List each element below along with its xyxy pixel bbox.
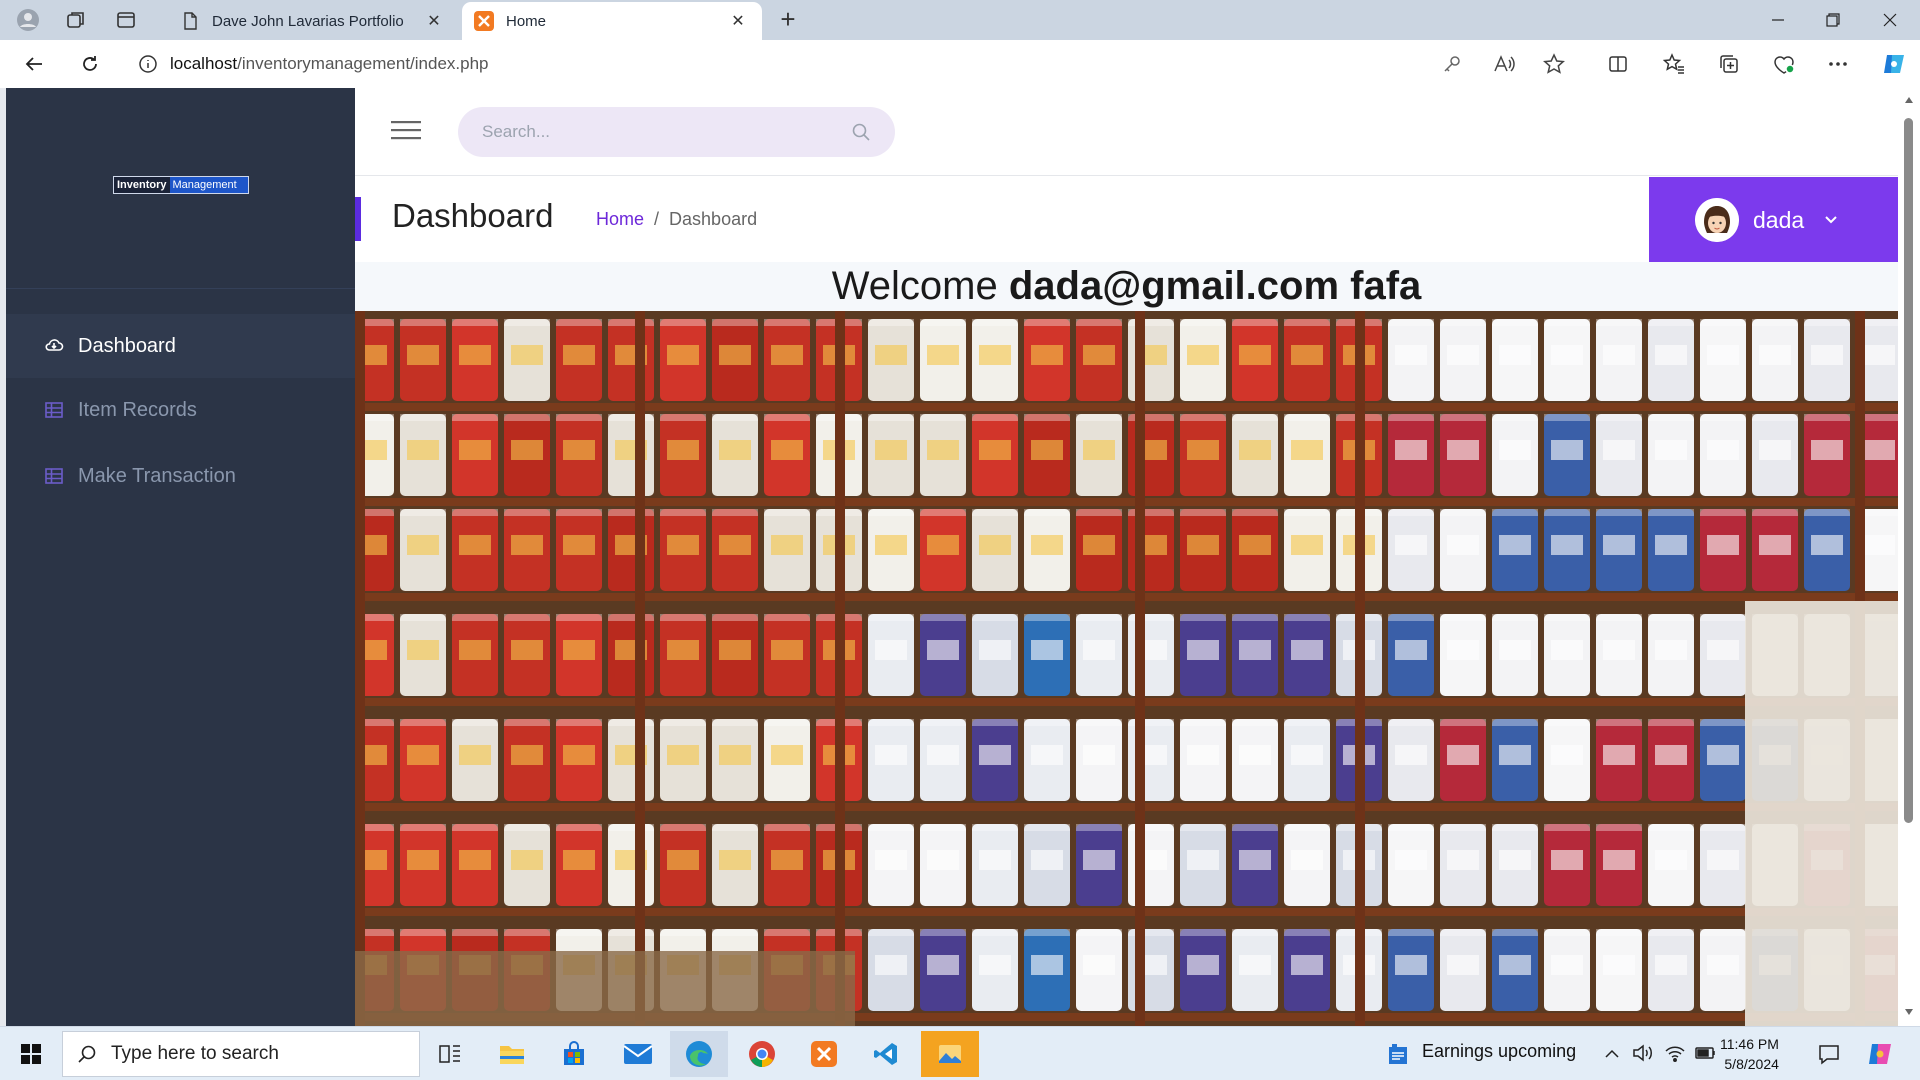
password-key-icon[interactable] <box>1436 48 1468 80</box>
page-scrollbar[interactable] <box>1898 88 1920 1026</box>
search-bar[interactable] <box>458 107 895 157</box>
scrollbar-thumb[interactable] <box>1904 118 1913 823</box>
close-tab-icon[interactable]: ✕ <box>422 11 446 31</box>
tab-home[interactable]: Home ✕ <box>462 2 762 40</box>
sidebar-item-label: Dashboard <box>78 334 176 357</box>
split-screen-icon[interactable] <box>1602 48 1634 80</box>
read-aloud-icon[interactable] <box>1488 48 1520 80</box>
table-icon <box>45 402 63 418</box>
chevron-up-icon[interactable] <box>1604 1049 1620 1059</box>
edge-browser-icon[interactable] <box>670 1031 728 1077</box>
collections-icon[interactable] <box>1713 48 1745 80</box>
top-bar <box>355 88 1898 176</box>
browser-toolbar: localhost/inventorymanagement/index.php <box>0 40 1920 88</box>
url-text: localhost/inventorymanagement/index.php <box>170 54 489 73</box>
address-bar[interactable]: localhost/inventorymanagement/index.php <box>126 46 1586 82</box>
workspaces-icon[interactable] <box>56 6 96 34</box>
welcome-prefix: Welcome <box>831 264 998 308</box>
battery-icon[interactable] <box>1695 1045 1717 1061</box>
copilot-taskbar-icon[interactable] <box>1866 1040 1894 1068</box>
avatar <box>1695 198 1739 242</box>
cloud-icon <box>45 339 64 351</box>
welcome-username: dada@gmail.com fafa <box>1008 264 1422 308</box>
minimize-icon[interactable] <box>1750 0 1805 40</box>
user-menu-button[interactable]: dada <box>1649 177 1898 263</box>
photos-app-icon[interactable] <box>921 1031 979 1077</box>
profile-icon[interactable] <box>8 6 48 34</box>
taskbar-search[interactable]: Type here to search <box>62 1031 420 1077</box>
main-content: Dashboard Home / Dashboard dada Welcome … <box>355 88 1898 1026</box>
windows-taskbar: Type here to search Earnings upcoming 11… <box>0 1026 1920 1080</box>
sidebar-divider <box>6 288 355 289</box>
page-title: Dashboard <box>392 197 554 234</box>
copilot-icon[interactable] <box>1878 48 1910 80</box>
system-clock[interactable]: 11:46 PM 5/8/2024 <box>1720 1034 1779 1074</box>
welcome-banner: Welcome dada@gmail.com fafa <box>355 262 1898 311</box>
breadcrumb-separator: / <box>654 209 660 229</box>
file-explorer-icon[interactable] <box>483 1031 541 1077</box>
sidebar-item-dashboard[interactable]: Dashboard <box>6 314 355 378</box>
wifi-icon[interactable] <box>1664 1043 1686 1063</box>
sidebar-item-make-transaction[interactable]: Make Transaction <box>6 444 355 508</box>
mail-icon[interactable] <box>609 1031 667 1077</box>
refresh-icon[interactable] <box>74 48 106 80</box>
vscode-icon[interactable] <box>857 1031 915 1077</box>
close-tab-icon[interactable]: ✕ <box>726 11 750 31</box>
sidebar-item-label: Item Records <box>78 398 197 421</box>
breadcrumb-current: Dashboard <box>669 209 758 229</box>
breadcrumb-home-link[interactable]: Home <box>596 209 644 230</box>
page-header: Dashboard Home / Dashboard dada <box>355 177 1898 263</box>
favorites-icon[interactable] <box>1658 48 1690 80</box>
tab-portfolio[interactable]: Dave John Lavarias Portfolio ✕ <box>168 2 458 40</box>
more-options-icon[interactable] <box>1822 48 1854 80</box>
browser-tab-strip: Dave John Lavarias Portfolio ✕ Home ✕ + <box>0 0 1920 40</box>
sidebar-item-label: Make Transaction <box>78 464 236 487</box>
xampp-icon[interactable] <box>795 1031 853 1077</box>
vertical-tabs-icon[interactable] <box>106 6 146 34</box>
sidebar-item-item-records[interactable]: Item Records <box>6 378 355 442</box>
sidebar: Inventory Management Dashboard Item Reco… <box>6 88 355 1026</box>
web-page: Inventory Management Dashboard Item Reco… <box>6 88 1898 1026</box>
news-widget-icon[interactable] <box>1378 1031 1418 1077</box>
task-view-icon[interactable] <box>421 1031 479 1077</box>
earnings-widget-label[interactable]: Earnings upcoming <box>1422 1041 1576 1062</box>
title-accent-bar <box>355 197 361 241</box>
scroll-down-icon[interactable] <box>1904 1008 1914 1016</box>
app-logo[interactable]: Inventory Management <box>113 176 249 194</box>
notifications-icon[interactable] <box>1818 1043 1840 1065</box>
hamburger-menu-icon[interactable] <box>391 118 421 142</box>
chevron-down-icon <box>1825 216 1837 224</box>
taskbar-search-placeholder: Type here to search <box>111 1043 279 1064</box>
close-window-icon[interactable] <box>1862 0 1917 40</box>
page-icon <box>184 12 197 30</box>
store-shelves-image <box>355 311 1898 1026</box>
search-icon[interactable] <box>851 122 871 142</box>
volume-icon[interactable] <box>1632 1043 1654 1063</box>
scroll-up-icon[interactable] <box>1904 96 1914 104</box>
back-icon[interactable] <box>18 48 50 80</box>
windows-start-icon[interactable] <box>2 1031 60 1077</box>
clock-time: 11:46 PM <box>1720 1036 1779 1052</box>
clock-date: 5/8/2024 <box>1724 1056 1779 1072</box>
search-icon <box>78 1045 96 1063</box>
restore-icon[interactable] <box>1805 0 1860 40</box>
tab-title: Dave John Lavarias Portfolio <box>212 12 404 30</box>
favorite-star-icon[interactable] <box>1538 48 1570 80</box>
new-tab-button[interactable]: + <box>773 5 803 35</box>
microsoft-store-icon[interactable] <box>545 1031 603 1077</box>
xampp-icon <box>474 11 494 31</box>
chrome-icon[interactable] <box>733 1031 791 1077</box>
site-info-icon[interactable] <box>126 54 170 74</box>
search-input[interactable] <box>482 122 851 142</box>
user-name: dada <box>1753 206 1805 233</box>
breadcrumb: Home / Dashboard <box>596 209 757 230</box>
browser-essentials-icon[interactable] <box>1768 48 1800 80</box>
table-icon <box>45 468 63 484</box>
tab-title: Home <box>506 12 547 30</box>
